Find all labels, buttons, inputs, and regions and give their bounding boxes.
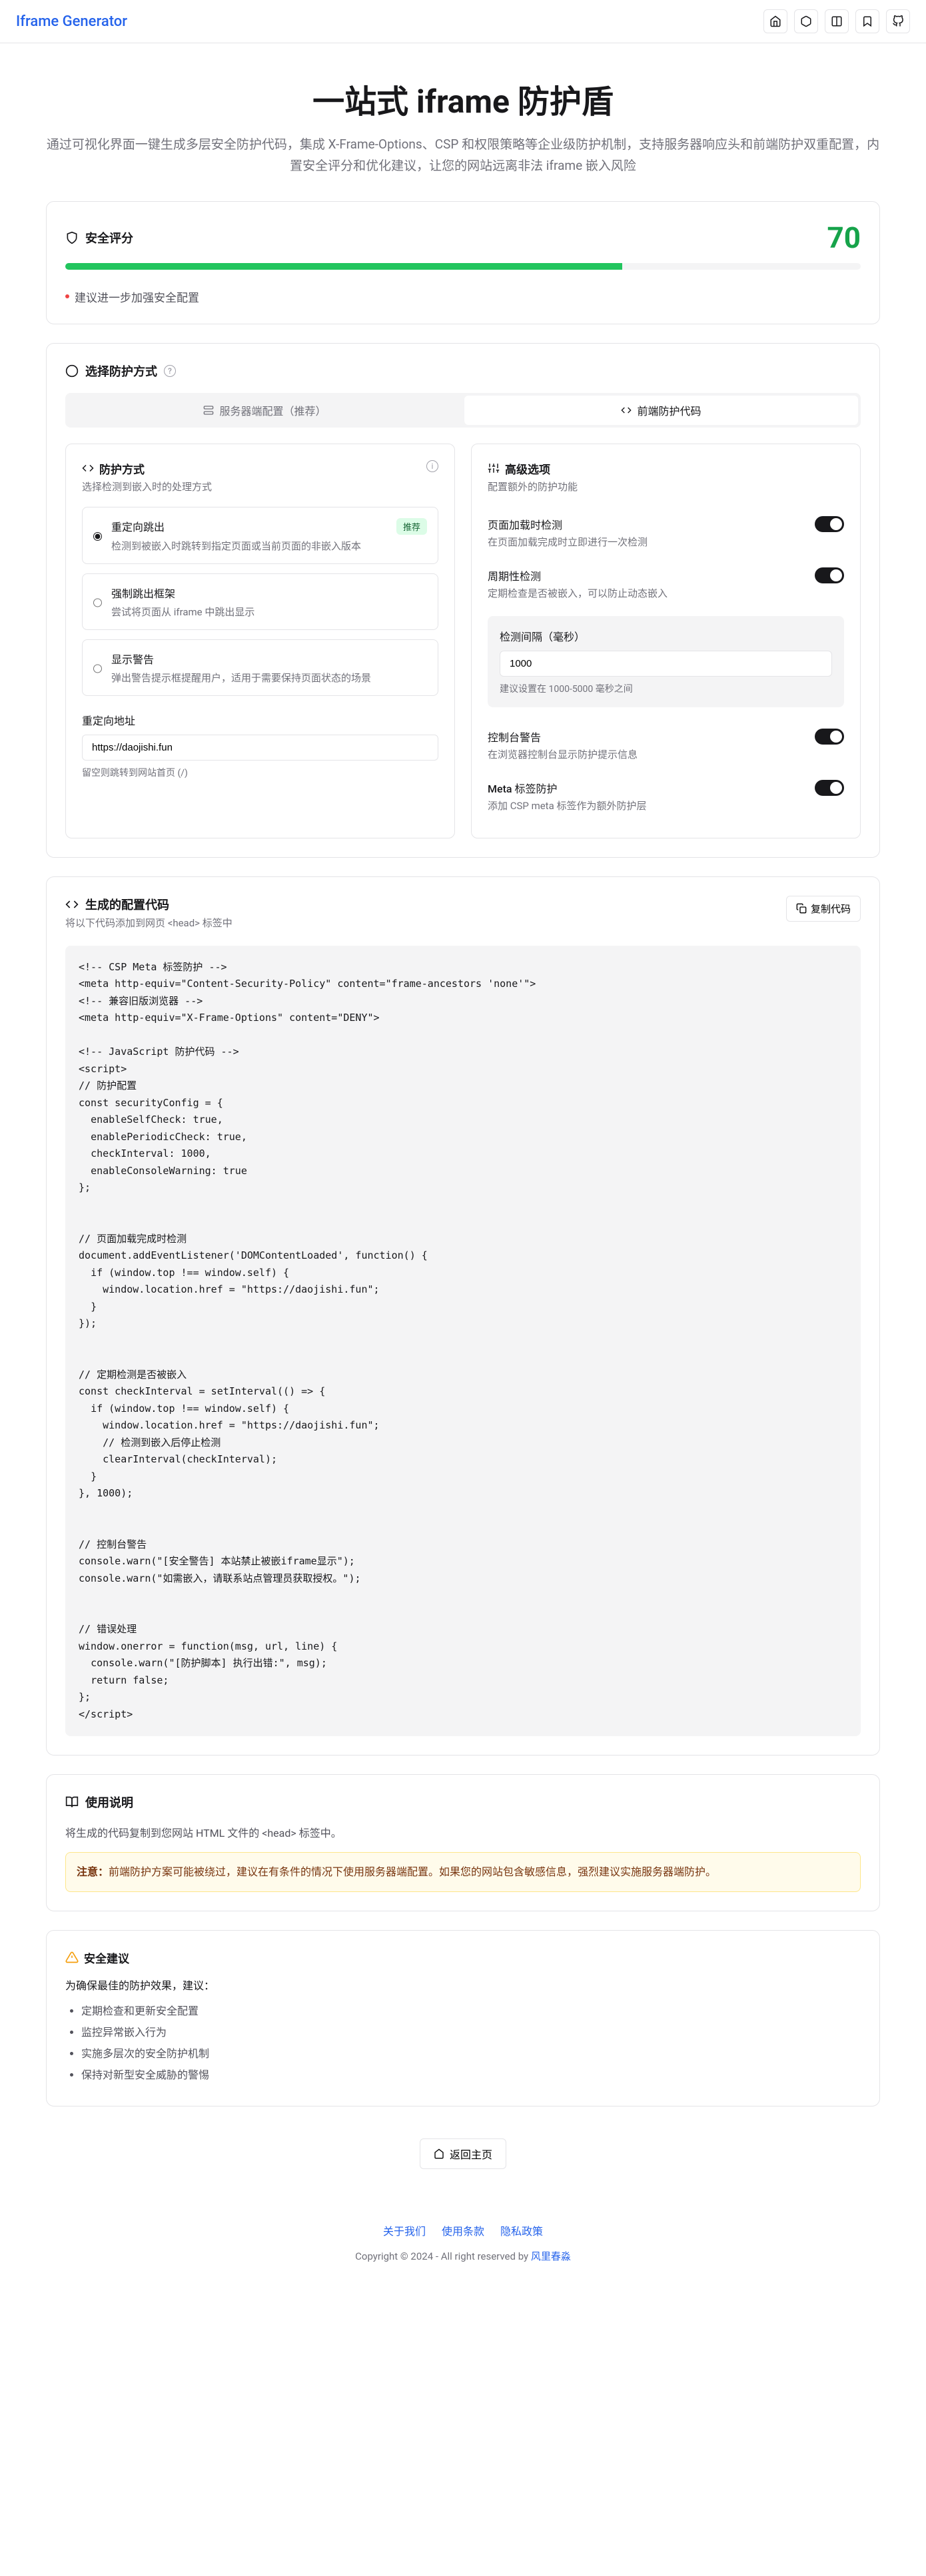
advanced-options-panel: 高级选项 配置额外的防护功能 页面加载时检测在页面加载完成时立即进行一次检测 周… [471, 444, 861, 838]
sliders-icon [488, 462, 500, 474]
score-card: 安全评分 70 建议进一步加强安全配置 [46, 201, 880, 324]
radio-redirect[interactable]: 重定向跳出推荐 检测到被嵌入时跳转到指定页面或当前页面的非嵌入版本 [82, 507, 438, 564]
home-icon [434, 2148, 444, 2159]
book-icon [65, 1795, 79, 1809]
radio-input-break[interactable] [93, 587, 102, 619]
info-icon[interactable]: ? [164, 365, 176, 377]
radio-input-warn[interactable] [93, 653, 102, 685]
method-title: 选择防护方式 [85, 362, 157, 380]
copy-button[interactable]: 复制代码 [786, 896, 861, 922]
dot-icon [65, 294, 69, 298]
score-label: 安全评分 [85, 229, 133, 246]
circle-icon [65, 364, 79, 378]
home-icon-button[interactable] [763, 9, 787, 33]
score-value: 70 [827, 220, 861, 255]
code-card: 生成的配置代码 将以下代码添加到网页 <head> 标签中 复制代码 <!-- … [46, 876, 880, 1756]
usage-desc: 将生成的代码复制到您网站 HTML 文件的 <head> 标签中。 [65, 1824, 861, 1840]
bookmark-icon-button[interactable] [855, 9, 879, 33]
brand-link[interactable]: Iframe Generator [16, 13, 127, 30]
hero-subtitle: 通过可视化界面一键生成多层安全防护代码，集成 X-Frame-Options、C… [46, 134, 880, 177]
radio-warn[interactable]: 显示警告 弹出警告提示框提醒用户，适用于需要保持页面状态的场景 [82, 639, 438, 696]
tab-client[interactable]: 前端防护代码 [464, 396, 858, 425]
hexagon-icon-button[interactable] [794, 9, 818, 33]
panel-icon-button[interactable] [825, 9, 849, 33]
tab-server[interactable]: 服务器端配置（推荐） [68, 396, 462, 425]
redirect-hint: 留空则跳转到网站首页 (/) [82, 766, 438, 779]
footer-link-terms[interactable]: 使用条款 [442, 2225, 484, 2238]
hero-title: 一站式 iframe 防护盾 [46, 75, 880, 122]
switch-periodic[interactable] [815, 567, 844, 583]
shield-icon [65, 231, 79, 244]
rec-list: 定期检查和更新安全配置 监控异常嵌入行为 实施多层次的安全防护机制 保持对新型安… [65, 2002, 861, 2082]
rec-intro: 为确保最佳的防护效果，建议： [65, 1977, 861, 1993]
redirect-label: 重定向地址 [82, 712, 438, 728]
usage-card: 使用说明 将生成的代码复制到您网站 HTML 文件的 <head> 标签中。 注… [46, 1774, 880, 1911]
score-progress [65, 263, 861, 270]
github-icon-button[interactable] [886, 9, 910, 33]
code-content: <!-- CSP Meta 标签防护 --> <meta http-equiv=… [65, 946, 861, 1737]
recommended-badge: 推荐 [396, 518, 427, 535]
footer-link-privacy[interactable]: 隐私政策 [500, 2225, 543, 2238]
redirect-input[interactable] [82, 735, 438, 761]
score-suggestion: 建议进一步加强安全配置 [75, 288, 199, 305]
switch-console[interactable] [815, 729, 844, 745]
protection-method-panel: 防护方式 选择检测到嵌入时的处理方式 i 重定向跳出推荐 检测到被嵌入时跳转到指… [65, 444, 455, 838]
code-icon [82, 462, 94, 474]
warning-icon [65, 1951, 79, 1964]
footer-author-link[interactable]: 风里春淼 [531, 2250, 571, 2262]
interval-hint: 建议设置在 1000-5000 毫秒之间 [500, 682, 832, 695]
back-button[interactable]: 返回主页 [420, 2138, 506, 2169]
usage-alert: 注意：前端防护方案可能被绕过，建议在有条件的情况下使用服务器端配置。如果您的网站… [65, 1852, 861, 1892]
switch-onload[interactable] [815, 516, 844, 532]
code-icon [65, 898, 79, 911]
radio-input-redirect[interactable] [93, 520, 102, 553]
interval-label: 检测间隔（毫秒） [500, 628, 832, 644]
info-icon[interactable]: i [426, 460, 438, 472]
switch-meta[interactable] [815, 780, 844, 796]
footer-copyright: Copyright © 2024 - All right reserved by… [46, 2249, 880, 2263]
radio-break[interactable]: 强制跳出框架 尝试将页面从 iframe 中跳出显示 [82, 573, 438, 630]
footer-link-about[interactable]: 关于我们 [383, 2225, 426, 2238]
interval-input[interactable] [500, 651, 832, 677]
method-card: 选择防护方式 ? 服务器端配置（推荐） 前端防护代码 防护方式 选择检测到嵌入时… [46, 343, 880, 858]
recommendations-card: 安全建议 为确保最佳的防护效果，建议： 定期检查和更新安全配置 监控异常嵌入行为… [46, 1930, 880, 2106]
